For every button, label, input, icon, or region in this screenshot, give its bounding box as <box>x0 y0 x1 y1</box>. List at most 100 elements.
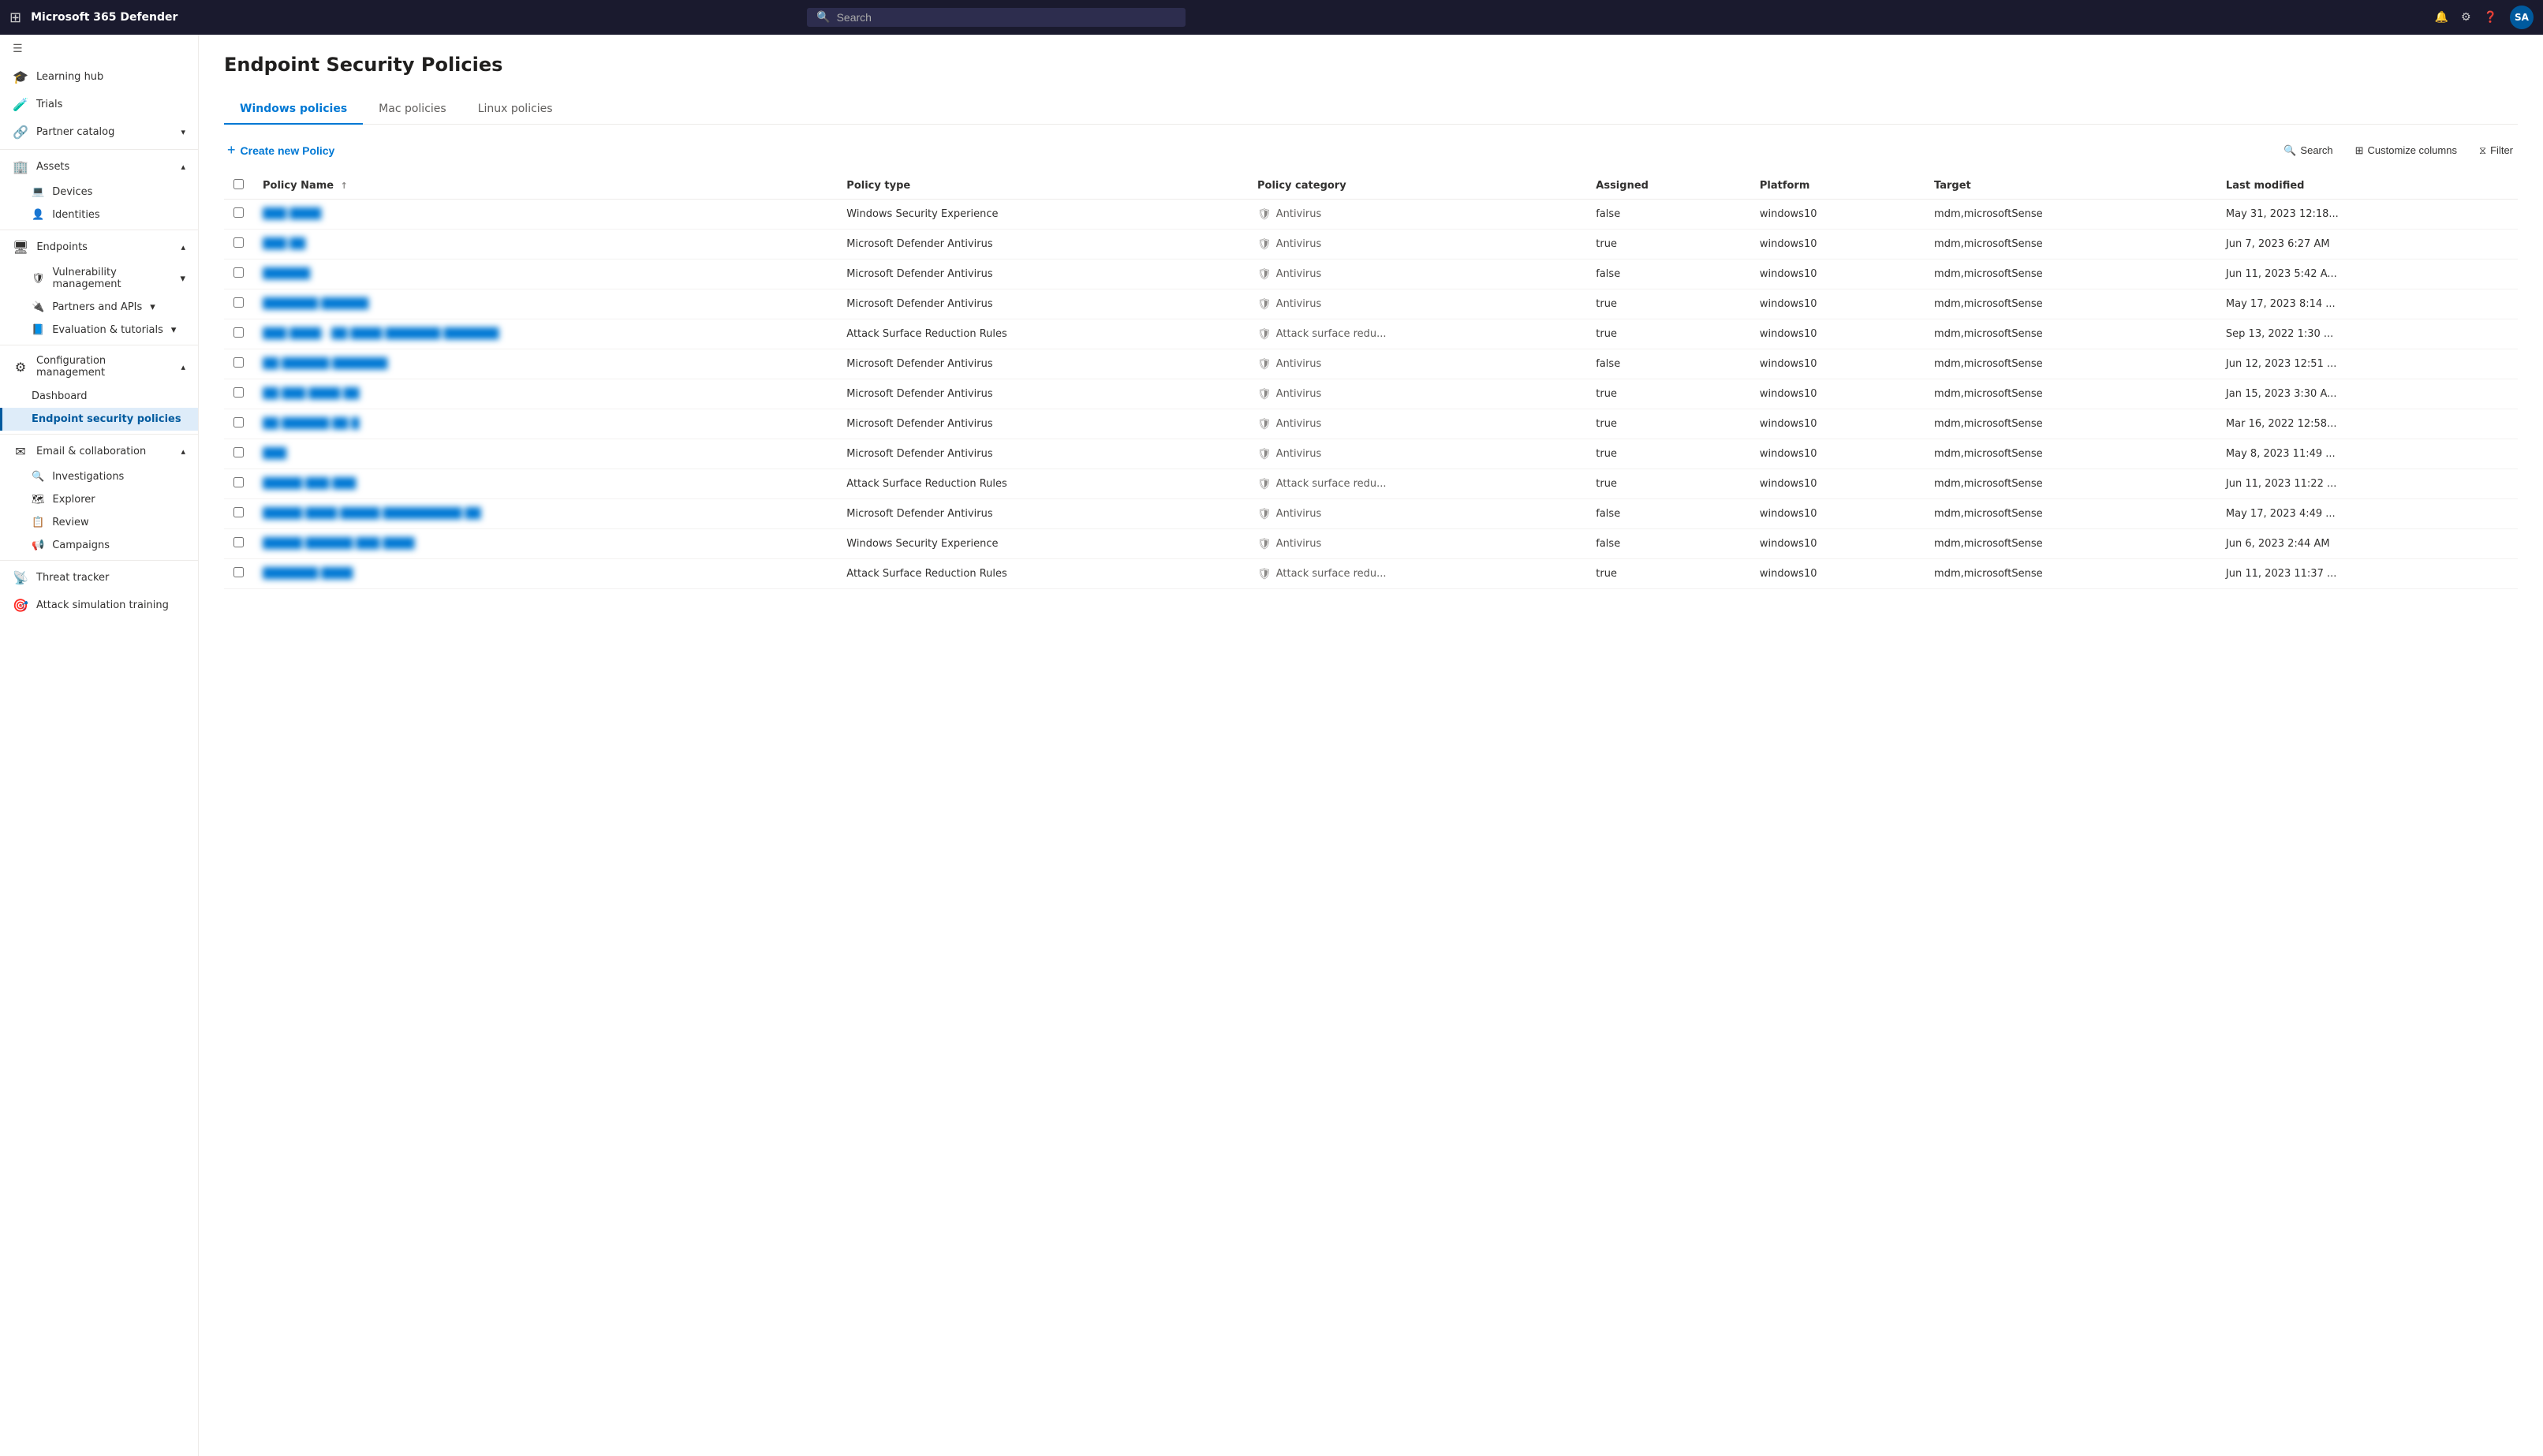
last-modified-12: Jun 11, 2023 11:37 ... <box>2216 559 2518 589</box>
user-avatar[interactable]: SA <box>2510 6 2534 29</box>
table-row[interactable]: ██████ Microsoft Defender Antivirus 🛡 An… <box>224 259 2518 289</box>
sidebar-item-trials[interactable]: 🧪 Trials <box>0 91 198 118</box>
config-icon: ⚙ <box>13 360 28 375</box>
assets-icon: 🏢 <box>13 159 28 174</box>
sidebar-item-partner-catalog[interactable]: 🔗 Partner catalog ▾ <box>0 118 198 146</box>
row-checkbox-12[interactable] <box>233 567 244 577</box>
sidebar-item-attack-simulation[interactable]: 🎯 Attack simulation training <box>0 592 198 619</box>
row-checkbox-8[interactable] <box>233 447 244 457</box>
table-row[interactable]: ██ ██████ ██ █ Microsoft Defender Antivi… <box>224 409 2518 439</box>
sidebar-item-partners-apis[interactable]: 🔌 Partners and APIs ▾ <box>0 296 198 319</box>
platform-11: windows10 <box>1750 529 1925 559</box>
sidebar-item-email-collaboration[interactable]: ✉ Email & collaboration ▴ <box>0 438 198 465</box>
assigned-12: true <box>1586 559 1750 589</box>
row-checkbox-6[interactable] <box>233 387 244 398</box>
policy-name-4[interactable]: ███ ████ - ██ ████ ███████ ███████ <box>263 328 499 340</box>
sidebar-item-label: Threat tracker <box>36 572 109 584</box>
policy-name-9[interactable]: █████ ███ ███ <box>263 478 356 490</box>
target-1: mdm,microsoftSense <box>1925 230 2216 259</box>
create-new-policy-button[interactable]: + Create new Policy <box>224 137 338 163</box>
sidebar-item-investigations[interactable]: 🔍 Investigations <box>0 465 198 488</box>
sidebar-item-identities[interactable]: 👤 Identities <box>0 203 198 226</box>
platform-2: windows10 <box>1750 259 1925 289</box>
search-button-label: Search <box>2300 144 2332 156</box>
sidebar-item-label: Explorer <box>53 494 95 506</box>
table-row[interactable]: ███████ ████ Attack Surface Reduction Ru… <box>224 559 2518 589</box>
row-checkbox-1[interactable] <box>233 237 244 248</box>
shield-icon: 🛡 <box>1257 358 1272 371</box>
tab-linux-policies[interactable]: Linux policies <box>462 95 569 125</box>
policy-name-10[interactable]: █████ ████ █████ ██████████ ██ <box>263 508 480 520</box>
sidebar-item-dashboard[interactable]: Dashboard <box>0 385 198 408</box>
policy-type-5: Microsoft Defender Antivirus <box>837 349 1248 379</box>
row-checkbox-7[interactable] <box>233 417 244 427</box>
sort-ascending-icon[interactable]: ↑ <box>341 181 348 191</box>
sidebar-item-endpoint-security-policies[interactable]: Endpoint security policies <box>0 408 198 431</box>
policy-name-7[interactable]: ██ ██████ ██ █ <box>263 418 359 430</box>
filter-button[interactable]: ⧖ Filter <box>2474 141 2518 160</box>
review-icon: 📋 <box>32 517 44 528</box>
attack-simulation-icon: 🎯 <box>13 598 28 613</box>
sidebar-item-explorer[interactable]: 🗺 Explorer <box>0 488 198 511</box>
select-all-checkbox[interactable] <box>233 179 244 189</box>
policy-name-3[interactable]: ███████ ██████ <box>263 298 368 310</box>
table-row[interactable]: ███ ████ Windows Security Experience 🛡 A… <box>224 200 2518 230</box>
search-button[interactable]: 🔍 Search <box>2279 141 2337 160</box>
sidebar-item-vulnerability-management[interactable]: 🛡 Vulnerability management ▾ <box>0 261 198 296</box>
row-checkbox-5[interactable] <box>233 357 244 368</box>
policy-name-11[interactable]: █████ ██████ ███ ████ <box>263 538 414 550</box>
col-policy-name: Policy Name ↑ <box>253 173 837 200</box>
table-row[interactable]: █████ ██████ ███ ████ Windows Security E… <box>224 529 2518 559</box>
settings-icon[interactable]: ⚙ <box>2461 11 2471 24</box>
row-checkbox-9[interactable] <box>233 477 244 487</box>
sidebar-item-endpoints[interactable]: 🖥 Endpoints ▴ <box>0 233 198 261</box>
row-checkbox-0[interactable] <box>233 207 244 218</box>
sidebar-item-threat-tracker[interactable]: 📡 Threat tracker <box>0 564 198 592</box>
help-icon[interactable]: ❓ <box>2484 11 2497 24</box>
app-grid-icon[interactable]: ⊞ <box>9 9 21 26</box>
policy-name-2[interactable]: ██████ <box>263 268 310 280</box>
policy-name-1[interactable]: ███ ██ <box>263 238 305 250</box>
table-row[interactable]: ███ ████ - ██ ████ ███████ ███████ Attac… <box>224 319 2518 349</box>
table-row[interactable]: ███ Microsoft Defender Antivirus 🛡 Antiv… <box>224 439 2518 469</box>
sidebar-item-campaigns[interactable]: 📢 Campaigns <box>0 534 198 557</box>
category-badge-3: 🛡 Antivirus <box>1257 298 1577 311</box>
tab-windows-policies[interactable]: Windows policies <box>224 95 363 125</box>
table-row[interactable]: ███ ██ Microsoft Defender Antivirus 🛡 An… <box>224 230 2518 259</box>
sidebar-item-evaluation[interactable]: 📘 Evaluation & tutorials ▾ <box>0 319 198 342</box>
table-row[interactable]: ██ ██████ ███████ Microsoft Defender Ant… <box>224 349 2518 379</box>
global-search-input[interactable] <box>837 11 1177 24</box>
row-checkbox-3[interactable] <box>233 297 244 308</box>
app-layout: ☰ 🎓 Learning hub 🧪 Trials 🔗 Partner cata… <box>0 35 2543 1456</box>
chevron-down-icon: ▾ <box>171 324 177 336</box>
sidebar-item-review[interactable]: 📋 Review <box>0 511 198 534</box>
row-checkbox-2[interactable] <box>233 267 244 278</box>
table-row[interactable]: █████ ███ ███ Attack Surface Reduction R… <box>224 469 2518 499</box>
policy-name-5[interactable]: ██ ██████ ███████ <box>263 358 387 370</box>
sidebar-collapse-button[interactable]: ☰ <box>0 35 198 63</box>
customize-columns-button[interactable]: ⊞ Customize columns <box>2351 141 2462 160</box>
tab-mac-policies[interactable]: Mac policies <box>363 95 462 125</box>
row-checkbox-4[interactable] <box>233 327 244 338</box>
table-row[interactable]: ██ ███ ████ ██ Microsoft Defender Antivi… <box>224 379 2518 409</box>
policy-name-0[interactable]: ███ ████ <box>263 208 321 220</box>
platform-1: windows10 <box>1750 230 1925 259</box>
create-button-label: Create new Policy <box>241 144 335 157</box>
sidebar-item-devices[interactable]: 💻 Devices <box>0 181 198 203</box>
sidebar-item-learning-hub[interactable]: 🎓 Learning hub <box>0 63 198 91</box>
global-search-bar[interactable]: 🔍 <box>807 8 1186 27</box>
row-checkbox-11[interactable] <box>233 537 244 547</box>
table-row[interactable]: █████ ████ █████ ██████████ ██ Microsoft… <box>224 499 2518 529</box>
policy-type-4: Attack Surface Reduction Rules <box>837 319 1248 349</box>
last-modified-5: Jun 12, 2023 12:51 ... <box>2216 349 2518 379</box>
policy-name-12[interactable]: ███████ ████ <box>263 568 353 580</box>
policy-name-8[interactable]: ███ <box>263 448 286 460</box>
shield-icon: 🛡 <box>1257 568 1272 581</box>
row-checkbox-10[interactable] <box>233 507 244 517</box>
sidebar-item-assets[interactable]: 🏢 Assets ▴ <box>0 153 198 181</box>
table-row[interactable]: ███████ ██████ Microsoft Defender Antivi… <box>224 289 2518 319</box>
sidebar-item-configuration-management[interactable]: ⚙ Configuration management ▴ <box>0 349 198 385</box>
policy-name-6[interactable]: ██ ███ ████ ██ <box>263 388 359 400</box>
category-label-4: Attack surface redu... <box>1276 328 1387 340</box>
notifications-icon[interactable]: 🔔 <box>2435 11 2448 24</box>
